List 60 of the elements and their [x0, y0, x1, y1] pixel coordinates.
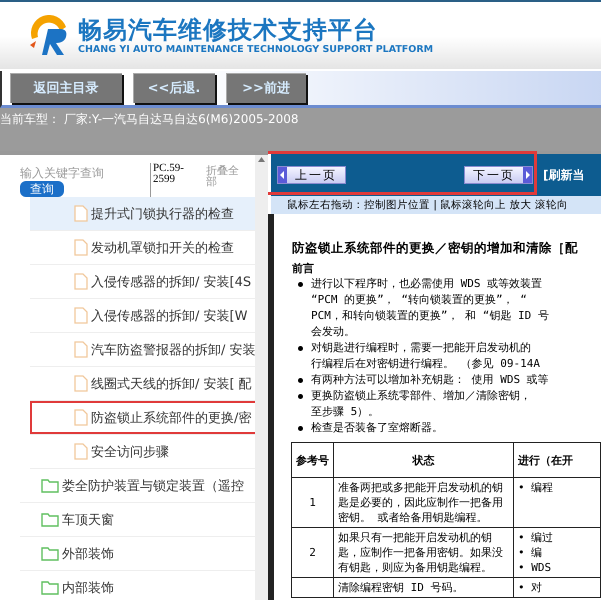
bullet-text: 对钥匙进行编程时，需要一把能开启发动机的 行编程后在对密钥进行编程。 （参见 09-14A — [311, 340, 540, 372]
tree-item[interactable]: 娄全防护装置与锁定装置（遥控 — [20, 469, 255, 503]
tree-item[interactable]: 外部装饰 — [20, 537, 255, 571]
table-cell: 如果只有一把能开启发动机的钥匙，应制作一把备用密钥。如果没有钥匙，则应为备用钥匙编程。 — [334, 528, 514, 578]
tree-item[interactable]: 安全访问步骤 — [30, 435, 255, 469]
table-cell: 2 — [292, 528, 334, 578]
file-icon — [74, 375, 88, 392]
bullet-icon — [298, 394, 303, 399]
folder-icon — [41, 546, 59, 561]
bullet-text: 更换防盗锁止系统零部件、增加／清除密钥， 至步骤 5）。 — [311, 388, 531, 420]
tree-item[interactable]: 提升式门锁执行器的检查 — [30, 197, 255, 231]
nav-button[interactable]: 返回主目录 — [10, 73, 122, 103]
column-header: 状态 — [334, 442, 514, 478]
nav-button[interactable]: <<后退. — [133, 73, 215, 103]
folder-icon — [41, 478, 59, 493]
table-cell: 1 — [292, 478, 334, 528]
bullet-icon — [298, 282, 303, 287]
file-icon — [74, 341, 88, 358]
file-icon — [74, 443, 88, 460]
document-title: 防盗锁止系统部件的更换／密钥的增加和清除［配 — [292, 240, 579, 257]
column-header: 参考号 — [292, 442, 334, 478]
bullet-icon — [298, 346, 303, 351]
file-icon — [74, 239, 88, 256]
next-page-button[interactable]: 下一页 — [464, 166, 533, 184]
bullet-icon — [298, 378, 303, 383]
table-cell: • 对 — [514, 578, 600, 598]
tree-item[interactable]: 线圈式天线的拆卸/ 安装[ 配 — [30, 367, 255, 401]
bullet-text: 检查是否装备了室熔断器。 — [311, 420, 443, 436]
file-icon — [74, 409, 88, 426]
section-heading: 前言 — [292, 261, 315, 276]
previous-page-button[interactable]: 上一页 — [277, 166, 346, 184]
nav-button[interactable]: >>前进 — [226, 73, 306, 103]
bullet-text: 有两种方法可以增加补充钥匙： 使用 WDS 或等 — [311, 372, 549, 388]
scroll-up-icon[interactable] — [258, 157, 265, 162]
search-button[interactable]: 查询 — [20, 181, 64, 197]
table-cell: 清除编程密钥 ID 号码。 — [334, 578, 514, 598]
bullet-text: 进行以下程序时，也必需使用 WDS 或等效装置 “PCM 的更换”， “转向锁装置的更换”， “ PCM，和转向锁装置的更换”， 和 “钥匙 ID 号 会发动。 — [311, 276, 549, 340]
tree-item[interactable]: 车顶天窗 — [20, 503, 255, 537]
search-field[interactable]: 输入关键字查询 — [20, 165, 130, 181]
tree-item[interactable]: 汽车防盗警报器的拆卸/ 安装 — [30, 333, 255, 367]
file-icon — [74, 205, 88, 222]
table-cell: • 编程 — [514, 478, 600, 528]
folder-icon — [41, 580, 59, 595]
table-cell: 准备两把或多把能开启发动机的钥匙是必要的，因此应制作一把备用密钥。 或者给备用钥匙编程。 — [334, 478, 514, 528]
table-cell — [292, 578, 334, 598]
tree-item[interactable]: 入侵传感器的拆卸/ 安装[W — [30, 299, 255, 333]
table-cell: • 编过 • 编 • WDS — [514, 528, 600, 578]
site-title: 畅易汽车维修技术支持平台 — [78, 16, 379, 44]
folder-icon — [41, 512, 59, 527]
bullet-icon — [298, 426, 303, 431]
column-header: 进行（在开 — [514, 442, 600, 478]
current-model-text: 当前车型： 厂家:Y-一汽马自达马自达6(M6)2005-2008 — [0, 112, 298, 126]
refresh-link[interactable]: [刷新当 — [543, 166, 584, 184]
hint-text: 鼠标左右拖动：控制图片位置 | 鼠标滚轮向上 放大 滚轮向 — [287, 199, 568, 211]
file-icon — [74, 307, 88, 324]
tree-item[interactable]: 发动机罩锁扣开关的检查 — [30, 231, 255, 265]
site-subtitle: CHANG YI AUTO MAINTENANCE TECHNOLOGY SUPPORT PLATFORM — [78, 44, 434, 56]
file-icon — [74, 273, 88, 290]
tree-item[interactable]: 入侵传感器的拆卸/ 安装[4S — [30, 265, 255, 299]
tree-item[interactable]: 防盗锁止系统部件的更换/密 — [30, 401, 255, 435]
